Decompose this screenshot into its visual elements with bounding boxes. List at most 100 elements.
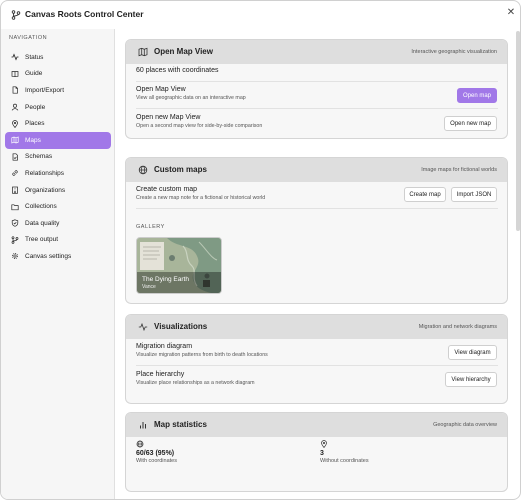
sidebar-item-label: People	[25, 103, 46, 111]
row-description: Visualize place relationships as a netwo…	[136, 380, 255, 386]
card-header: Visualizations Migration and network dia…	[126, 315, 507, 339]
sidebar-item-people[interactable]: People	[5, 99, 111, 116]
place-hierarchy-row: Place hierarchy Visualize place relation…	[136, 371, 498, 386]
sidebar-item-collections[interactable]: Collections	[5, 198, 111, 215]
visualizations-card: Visualizations Migration and network dia…	[125, 314, 508, 404]
stat-value: 60/63 (95%)	[136, 450, 175, 457]
book-icon	[11, 71, 19, 77]
sidebar-item-label: Organizations	[25, 186, 66, 194]
link-icon	[12, 170, 18, 177]
git-branch-icon	[11, 10, 21, 20]
divider	[136, 81, 498, 82]
scrollbar[interactable]	[516, 31, 520, 231]
globe-icon	[138, 165, 148, 175]
nav-list: Status Guide Import/Export People Places…	[5, 49, 111, 265]
migration-diagram-row: Migration diagram Visualize migration pa…	[136, 343, 498, 358]
row-description: Visualize migration patterns from birth …	[136, 352, 268, 358]
card-header: Map statistics Geographic data overview	[126, 413, 507, 437]
stat-without-coordinates: 3 Without coordinates	[320, 440, 369, 464]
sidebar-item-data-quality[interactable]: Data quality	[5, 215, 111, 232]
custom-maps-card: Custom maps Image maps for fictional wor…	[125, 157, 508, 304]
sidebar-item-schemas[interactable]: Schemas	[5, 149, 111, 166]
create-map-button[interactable]: Create map	[404, 187, 446, 202]
sidebar-item-maps[interactable]: Maps	[5, 131, 111, 149]
stat-value: 3	[320, 450, 324, 457]
main-content: Open Map View Interactive geographic vis…	[115, 29, 519, 499]
stat-label: Without coordinates	[320, 458, 369, 464]
map-statistics-card: Map statistics Geographic data overview …	[125, 412, 508, 492]
control-center-window: Canvas Roots Control Center ✕ NAVIGATION…	[0, 0, 521, 500]
user-icon	[11, 103, 19, 111]
open-new-map-button[interactable]: Open new map	[444, 116, 497, 131]
stat-label: With coordinates	[136, 458, 177, 464]
card-header: Open Map View Interactive geographic vis…	[126, 40, 507, 64]
sidebar-item-label: Collections	[25, 203, 57, 211]
card-title: Open Map View	[154, 47, 213, 56]
map-icon	[138, 47, 148, 57]
card-title: Visualizations	[154, 322, 208, 331]
row-description: View all geographic data on an interacti…	[136, 95, 246, 101]
row-title: Open Map View	[136, 86, 186, 93]
summary-text: 60 places with coordinates	[136, 67, 219, 74]
sidebar-item-tree-output[interactable]: Tree output	[5, 232, 111, 249]
nav-header: NAVIGATION	[9, 35, 48, 41]
card-subtitle: Geographic data overview	[433, 421, 497, 428]
sidebar-item-label: Maps	[25, 136, 41, 144]
card-title: Map statistics	[154, 420, 207, 429]
stat-with-coordinates: 60/63 (95%) With coordinates	[136, 440, 177, 464]
shield-check-icon	[11, 219, 19, 227]
divider	[136, 365, 498, 366]
gallery-item-title: The Dying Earth	[142, 276, 189, 283]
activity-icon	[138, 322, 148, 332]
sidebar-item-label: Schemas	[25, 153, 53, 161]
folder-icon	[11, 204, 19, 210]
view-hierarchy-button[interactable]: View hierarchy	[445, 372, 497, 387]
building-icon	[12, 186, 18, 194]
sidebar-item-status[interactable]: Status	[5, 49, 111, 66]
row-title: Migration diagram	[136, 343, 193, 350]
sidebar-item-organizations[interactable]: Organizations	[5, 182, 111, 199]
card-subtitle: Image maps for fictional worlds	[421, 166, 497, 173]
row-title: Place hierarchy	[136, 371, 185, 378]
sidebar-item-label: Places	[25, 120, 45, 128]
open-map-view-card: Open Map View Interactive geographic vis…	[125, 39, 508, 139]
close-icon[interactable]: ✕	[506, 8, 516, 18]
file-check-icon	[12, 153, 18, 161]
sidebar-item-label: Data quality	[25, 219, 60, 227]
import-json-button[interactable]: Import JSON	[451, 187, 497, 202]
sidebar-item-guide[interactable]: Guide	[5, 66, 111, 83]
sidebar-item-places[interactable]: Places	[5, 115, 111, 132]
sidebar-item-label: Tree output	[25, 236, 59, 244]
open-map-row: Open Map View View all geographic data o…	[136, 86, 498, 101]
sidebar-item-canvas-settings[interactable]: Canvas settings	[5, 248, 111, 265]
open-map-button[interactable]: Open map	[457, 88, 497, 103]
card-subtitle: Migration and network diagrams	[418, 323, 497, 330]
gallery-label: GALLERY	[136, 224, 165, 230]
map-icon	[11, 136, 19, 144]
sidebar-item-label: Canvas settings	[25, 252, 72, 260]
map-pin-icon	[12, 119, 18, 128]
window-title: Canvas Roots Control Center	[25, 9, 144, 19]
gallery-item[interactable]: The Dying Earth Vance	[136, 237, 222, 294]
map-pin-icon	[321, 440, 327, 449]
divider	[136, 208, 498, 209]
card-subtitle: Interactive geographic visualization	[411, 48, 497, 55]
sidebar-item-label: Relationships	[25, 169, 65, 177]
divider	[136, 108, 498, 109]
file-icon	[12, 86, 18, 95]
sidebar-item-import-export[interactable]: Import/Export	[5, 82, 111, 99]
sidebar-item-label: Status	[25, 53, 44, 61]
sidebar-item-relationships[interactable]: Relationships	[5, 165, 111, 182]
bar-chart-icon	[140, 422, 146, 429]
view-diagram-button[interactable]: View diagram	[448, 345, 497, 360]
globe-icon	[136, 440, 144, 448]
activity-icon	[11, 53, 19, 61]
sidebar: NAVIGATION Status Guide Import/Export Pe…	[1, 29, 115, 499]
card-title: Custom maps	[154, 165, 207, 174]
gallery-item-subtitle: Vance	[142, 284, 156, 290]
gear-icon	[12, 253, 18, 260]
card-header: Custom maps Image maps for fictional wor…	[126, 158, 507, 182]
places-summary: 60 places with coordinates	[136, 67, 498, 74]
title-bar: Canvas Roots Control Center ✕	[1, 1, 520, 29]
sidebar-item-label: Import/Export	[25, 86, 65, 94]
